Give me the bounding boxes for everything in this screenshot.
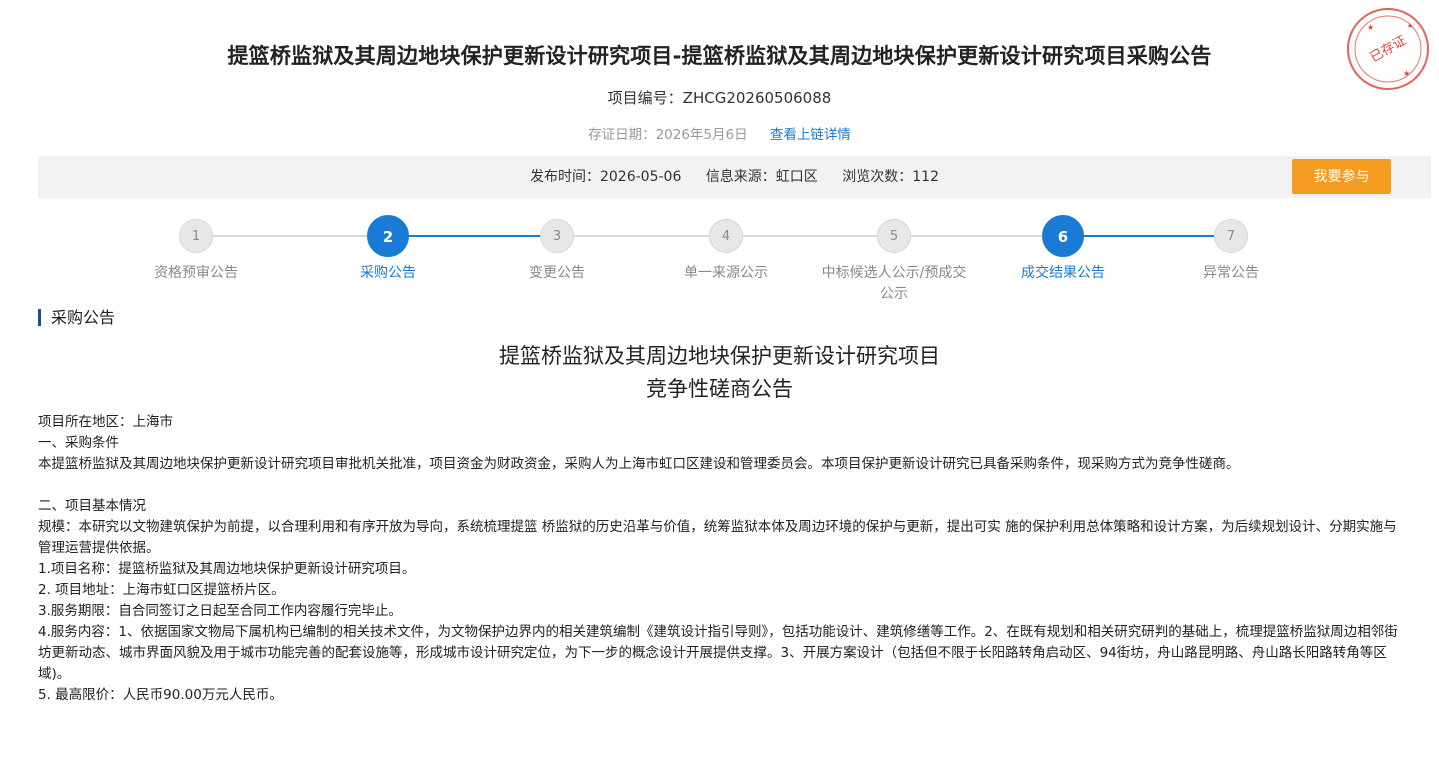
info-text: 发布时间：2026-05-06 信息来源：虹口区 浏览次数：112 (38, 156, 1431, 198)
document-paragraph: 1.项目名称：提篮桥监狱及其周边地块保护更新设计研究项目。 (38, 561, 416, 577)
step-label-text: 成交结果公告 (1021, 265, 1105, 281)
step-6-circle[interactable]: 6 (1042, 215, 1084, 257)
document-paragraph: 项目所在地区：上海市 (38, 414, 173, 430)
section-marker (38, 309, 41, 326)
step-label-text: 单一来源公示 (684, 265, 768, 281)
step-label-text: 中标候选人公示/预成交 (821, 265, 967, 281)
step-6-label[interactable]: 成交结果公告 (973, 263, 1153, 284)
seal-text: 已存证 (1368, 33, 1409, 65)
project-number: 项目编号：ZHCG20260506088 (607, 89, 832, 107)
document-paragraph (38, 475, 1408, 496)
document-paragraph: 规模：本研究以文物建筑保护为前提，以合理利用和有序开放为导向，系统梳理提篮 桥监… (38, 519, 1397, 556)
step-1-label[interactable]: 资格预审公告 (106, 263, 286, 284)
step-connector (196, 235, 388, 237)
document-paragraph: 3.服务期限：自合同签订之日起至合同工作内容履行完毕止。 (38, 603, 402, 619)
document-title-line2: 竞争性磋商公告 (646, 377, 793, 401)
section-title: 采购公告 (51, 308, 116, 327)
step-connector (1063, 235, 1231, 237)
certified-seal-icon: 已存证 ★ ★ ★ (1347, 8, 1429, 90)
step-7-label[interactable]: 异常公告 (1141, 263, 1321, 284)
step-connector (894, 235, 1063, 237)
view-chain-details-link[interactable]: 查看上链详情 (770, 127, 851, 143)
step-2-circle[interactable]: 2 (367, 215, 409, 257)
section-header: 采购公告 (38, 307, 115, 329)
info-bar: 发布时间：2026-05-06 信息来源：虹口区 浏览次数：112 (38, 156, 1431, 198)
step-7-circle[interactable]: 7 (1214, 219, 1248, 253)
step-3-circle[interactable]: 3 (540, 219, 574, 253)
document-paragraph: 4.服务内容：1、依据国家文物局下属机构已编制的相关技术文件，为文物保护边界内的… (38, 624, 1398, 682)
document-title: 提篮桥监狱及其周边地块保护更新设计研究项目 竞争性磋商公告 (0, 340, 1439, 406)
document-paragraph: 一、采购条件 (38, 435, 119, 451)
step-label-text: 采购公告 (360, 265, 416, 281)
document-paragraph: 5. 最高限价：人民币90.00万元人民币。 (38, 687, 283, 703)
info-source: 信息来源：虹口区 (705, 169, 818, 185)
step-5-label[interactable]: 中标候选人公示/预成交 公示 (804, 263, 984, 305)
document-paragraph: 2. 项目地址：上海市虹口区提篮桥片区。 (38, 582, 285, 598)
evidence-date: 存证日期：2026年5月6日 (588, 127, 748, 143)
document-paragraph: 本提篮桥监狱及其周边地块保护更新设计研究项目审批机关批准，项目资金为财政资金，采… (38, 456, 1240, 472)
evidence-row: 存证日期：2026年5月6日 查看上链详情 (0, 123, 1439, 143)
svg-text:★: ★ (1367, 23, 1374, 32)
step-3-label[interactable]: 变更公告 (467, 263, 647, 284)
step-4-label[interactable]: 单一来源公示 (636, 263, 816, 284)
step-2-label[interactable]: 采购公告 (298, 263, 478, 284)
join-button[interactable]: 我要参与 (1292, 159, 1391, 194)
page-title: 提篮桥监狱及其周边地块保护更新设计研究项目-提篮桥监狱及其周边地块保护更新设计研… (227, 44, 1212, 68)
notice-page: 提篮桥监狱及其周边地块保护更新设计研究项目-提篮桥监狱及其周边地块保护更新设计研… (0, 0, 1439, 774)
document-paragraph: 二、项目基本情况 (38, 498, 146, 514)
document-body: 项目所在地区：上海市 一、采购条件本提篮桥监狱及其周边地块保护更新设计研究项目审批… (38, 412, 1408, 706)
step-4-circle[interactable]: 4 (709, 219, 743, 253)
step-connector (726, 235, 894, 237)
step-5-circle[interactable]: 5 (877, 219, 911, 253)
step-label-text-line2: 公示 (880, 286, 908, 302)
step-label-text: 异常公告 (1203, 265, 1259, 281)
step-connector (557, 235, 726, 237)
step-label-text: 变更公告 (529, 265, 585, 281)
step-label-text: 资格预审公告 (154, 265, 238, 281)
process-steps: 1 资格预审公告 2 采购公告 3 变更公告 4 单一来源公示 5 中标候选人公示/预成交 公示 6 成… (0, 213, 1439, 313)
svg-text:★: ★ (1403, 69, 1410, 78)
step-connector (388, 235, 557, 237)
view-count: 浏览次数：112 (842, 169, 939, 185)
publish-time: 发布时间：2026-05-06 (529, 169, 682, 185)
step-1-circle[interactable]: 1 (179, 219, 213, 253)
document-title-line1: 提篮桥监狱及其周边地块保护更新设计研究项目 (499, 344, 940, 368)
svg-text:★: ★ (1407, 22, 1413, 30)
